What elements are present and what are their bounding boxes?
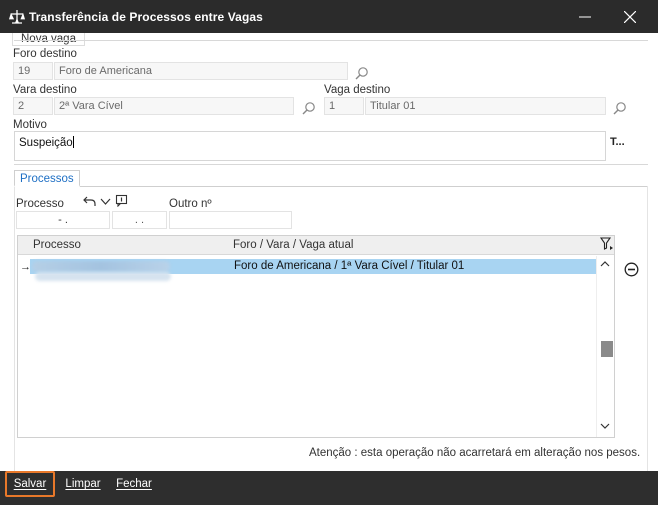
undo-icon[interactable] bbox=[83, 195, 96, 208]
vara-code-field[interactable]: 2 bbox=[13, 97, 53, 115]
scroll-up-icon[interactable] bbox=[600, 260, 610, 268]
vaga-code-field[interactable]: 1 bbox=[324, 97, 364, 115]
foro-search-icon[interactable] bbox=[355, 66, 369, 80]
outro-numero-label: Outro nº bbox=[169, 198, 212, 210]
remove-row-icon[interactable] bbox=[624, 262, 639, 277]
warning-notice: Atenção : esta operação não acarretará e… bbox=[309, 447, 641, 459]
grid-scrollbar[interactable] bbox=[596, 256, 614, 437]
outro-numero-field[interactable] bbox=[169, 211, 292, 229]
scrollbar-thumb[interactable] bbox=[601, 341, 613, 357]
foro-vara-vaga-cell: Foro de Americana / 1ª Vara Cível / Titu… bbox=[234, 260, 465, 272]
dialog-body: Nova vaga Foro destino 19 Foro de Americ… bbox=[0, 33, 658, 471]
column-processo[interactable]: Processo bbox=[33, 239, 81, 251]
vara-search-icon[interactable] bbox=[302, 101, 316, 115]
note-icon[interactable] bbox=[115, 194, 128, 207]
window-title: Transferência de Processos entre Vagas bbox=[29, 10, 263, 24]
grid-header: Processo Foro / Vara / Vaga atual bbox=[18, 236, 614, 255]
foro-code-field[interactable]: 19 bbox=[13, 62, 53, 80]
minimize-button[interactable] bbox=[563, 0, 607, 33]
vara-name-field[interactable]: 2ª Vara Cível bbox=[54, 97, 294, 115]
column-foro-vara-vaga[interactable]: Foro / Vara / Vaga atual bbox=[233, 239, 353, 251]
vara-destino-label: Vara destino bbox=[13, 84, 77, 96]
close-icon bbox=[624, 10, 636, 23]
fechar-button[interactable]: Fechar bbox=[113, 471, 155, 497]
processo-cell-redacted bbox=[32, 261, 170, 272]
chevron-down-icon[interactable] bbox=[99, 195, 112, 208]
filter-icon[interactable] bbox=[599, 236, 615, 252]
processo-suffix-field[interactable]: . . bbox=[112, 211, 167, 229]
motivo-value: Suspeição bbox=[19, 137, 73, 149]
foro-name-field[interactable]: Foro de Americana bbox=[54, 62, 348, 80]
scales-of-justice-icon bbox=[9, 10, 25, 24]
vaga-search-icon[interactable] bbox=[613, 101, 627, 115]
vaga-name-field[interactable]: Titular 01 bbox=[365, 97, 606, 115]
divider bbox=[14, 40, 648, 41]
limpar-button[interactable]: Limpar bbox=[62, 471, 104, 497]
motivo-more-button[interactable]: T... bbox=[610, 136, 625, 148]
footer-toolbar: Salvar Limpar Fechar bbox=[0, 471, 658, 505]
processos-grid: Processo Foro / Vara / Vaga atual → Foro… bbox=[17, 235, 615, 438]
close-button[interactable] bbox=[608, 0, 652, 33]
vaga-destino-label: Vaga destino bbox=[324, 84, 391, 96]
motivo-textarea[interactable]: Suspeição bbox=[14, 131, 606, 161]
redacted-text bbox=[35, 272, 171, 281]
processo-number-field[interactable]: - . bbox=[16, 211, 110, 229]
scroll-down-icon[interactable] bbox=[600, 422, 610, 430]
foro-destino-label: Foro destino bbox=[13, 48, 77, 60]
divider bbox=[14, 164, 648, 165]
minimize-icon bbox=[579, 16, 591, 17]
title-bar: Transferência de Processos entre Vagas bbox=[0, 0, 658, 33]
text-caret bbox=[72, 136, 74, 148]
processo-label: Processo bbox=[16, 198, 64, 210]
motivo-label: Motivo bbox=[13, 119, 47, 131]
tab-processos[interactable]: Processos bbox=[14, 170, 80, 187]
salvar-button[interactable]: Salvar bbox=[5, 471, 55, 497]
